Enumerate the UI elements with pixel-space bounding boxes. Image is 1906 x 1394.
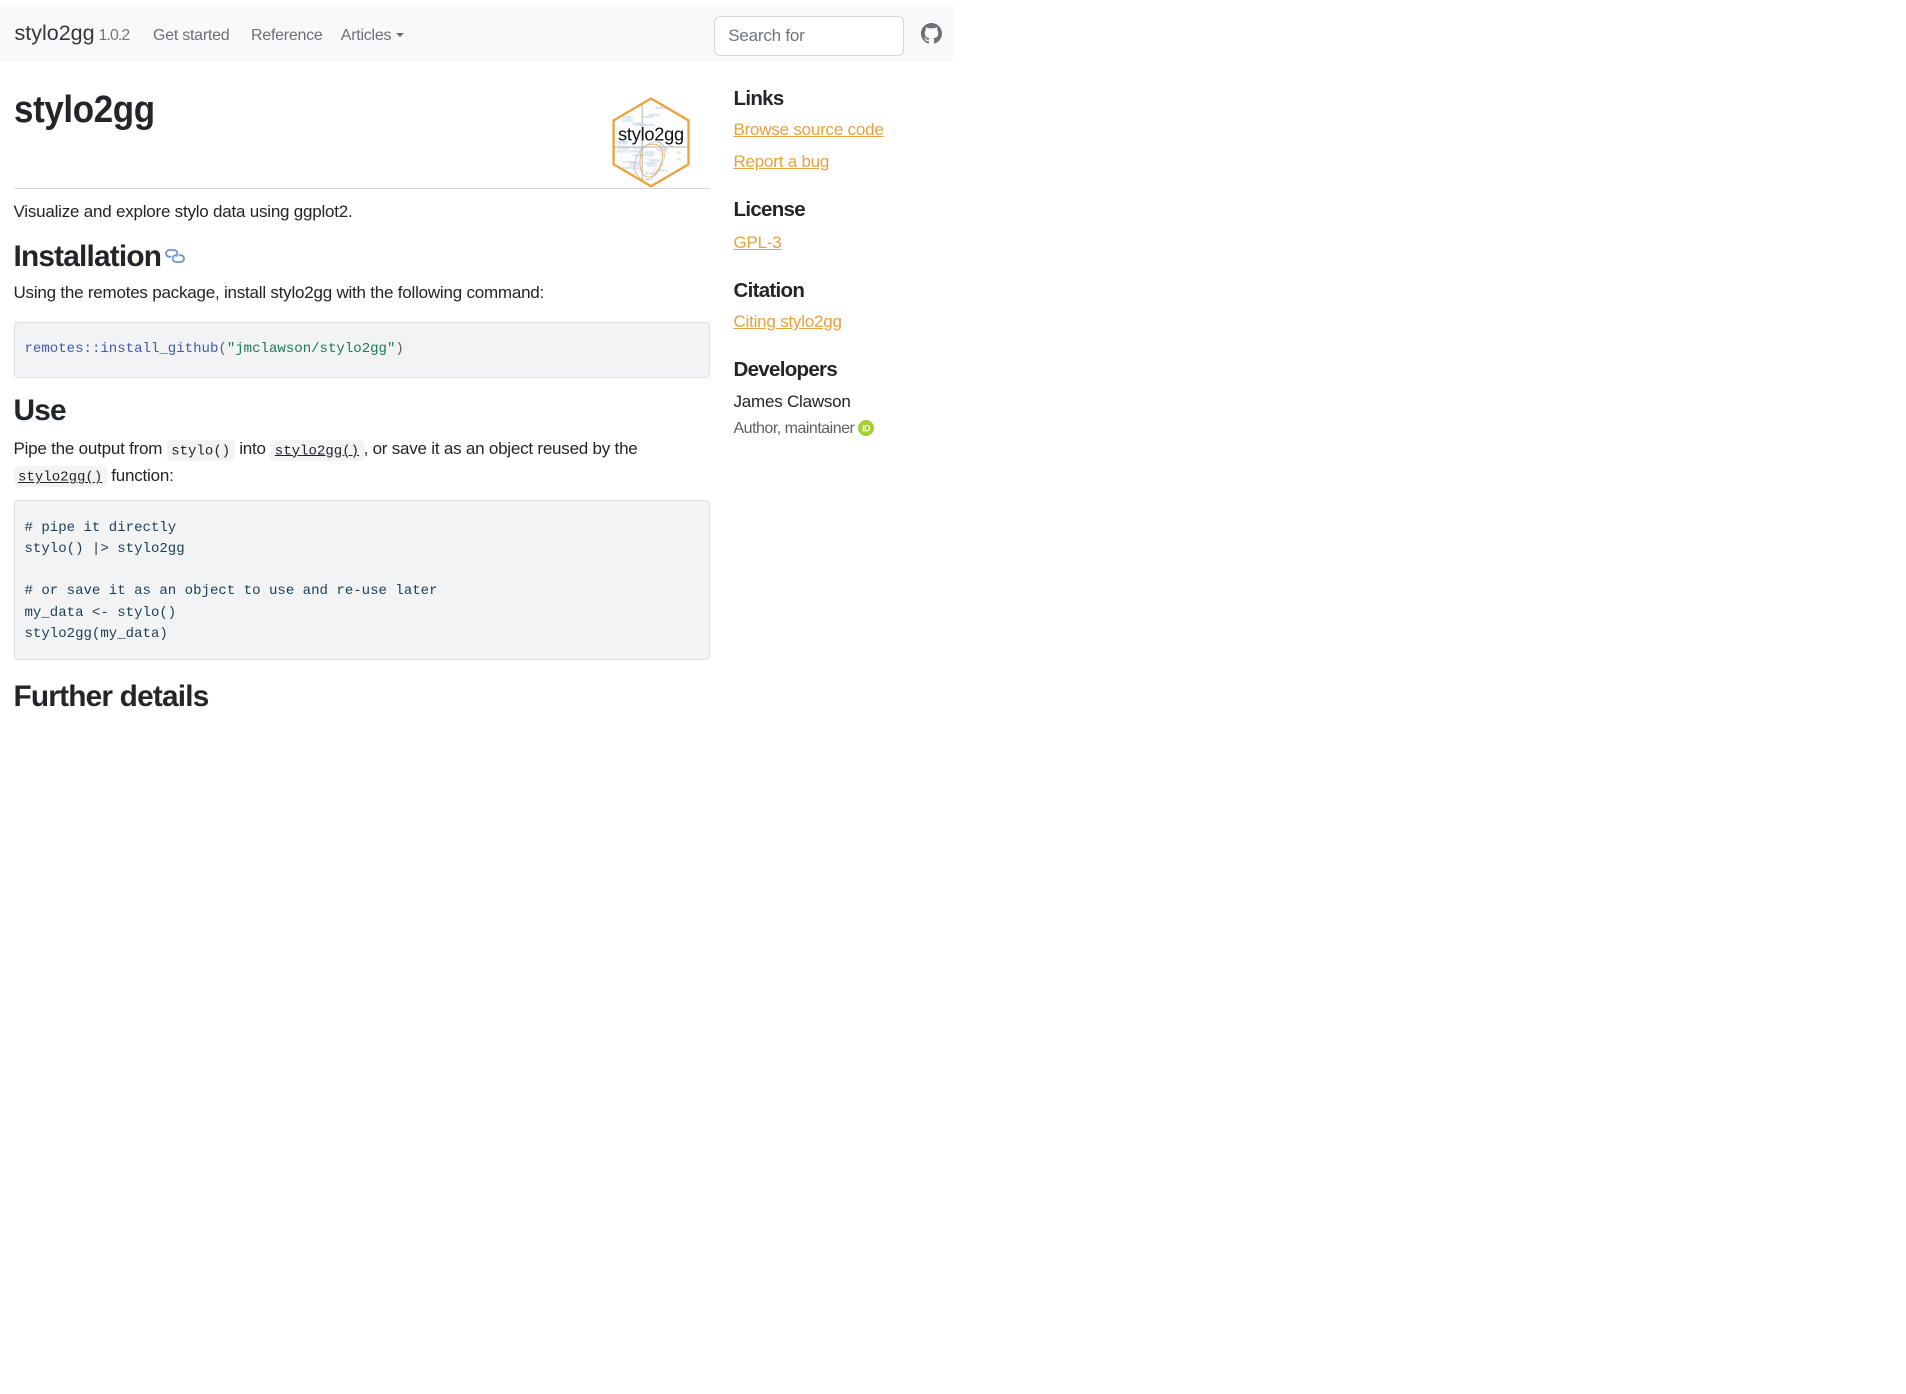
svg-text:?: ?: [660, 153, 662, 157]
svg-text:?: ?: [652, 171, 654, 175]
svg-text:?: ?: [647, 157, 649, 161]
svg-text:hamilton: hamilton: [643, 115, 654, 119]
svg-text:?: ?: [650, 150, 652, 154]
svg-text:Madison: Madison: [646, 163, 657, 167]
svg-text:?: ?: [658, 159, 660, 163]
svg-text:Jay: Jay: [676, 157, 681, 161]
svg-text:Hamilton Hamilton: Hamilton Hamilton: [616, 149, 640, 153]
svg-text:stylo2gg: stylo2gg: [618, 124, 684, 145]
svg-text:Jay: Jay: [676, 150, 681, 154]
svg-text:?: ?: [651, 154, 653, 158]
svg-text:iD: iD: [862, 423, 871, 433]
